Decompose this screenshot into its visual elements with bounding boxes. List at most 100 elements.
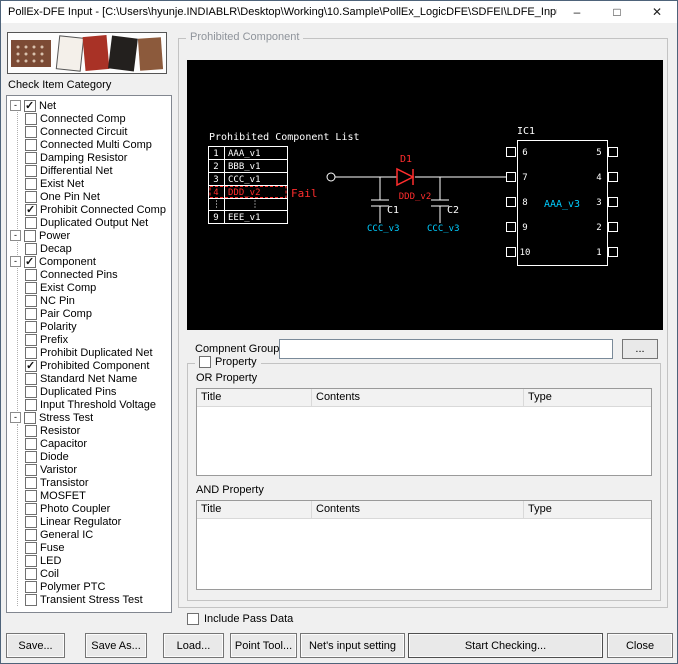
tree-item[interactable]: Connected Circuit <box>25 125 169 138</box>
checkbox[interactable] <box>25 138 37 151</box>
checkbox[interactable] <box>25 385 37 398</box>
column-header-type[interactable]: Type <box>524 389 651 406</box>
point-tool-button[interactable]: Point Tool... <box>230 633 297 658</box>
tree-item[interactable]: Pair Comp <box>25 307 169 320</box>
tree-item[interactable]: Standard Net Name <box>25 372 169 385</box>
checkbox[interactable] <box>25 567 37 580</box>
tree-item[interactable]: Linear Regulator <box>25 515 169 528</box>
check-item-tree[interactable]: -NetConnected CompConnected CircuitConne… <box>6 95 172 613</box>
tree-item[interactable]: Prohibit Duplicated Net <box>25 346 169 359</box>
column-header-title[interactable]: Title <box>197 501 312 518</box>
collapse-icon[interactable]: - <box>10 100 21 111</box>
tree-item[interactable]: Exist Net <box>25 177 169 190</box>
tree-item[interactable]: Transient Stress Test <box>25 593 169 606</box>
tree-item[interactable]: Damping Resistor <box>25 151 169 164</box>
tree-item[interactable]: Diode <box>25 450 169 463</box>
column-header-title[interactable]: Title <box>197 389 312 406</box>
collapse-icon[interactable]: - <box>10 230 21 241</box>
checkbox[interactable] <box>25 541 37 554</box>
tree-item[interactable]: - Stress Test <box>10 411 169 424</box>
tree-item[interactable]: LED <box>25 554 169 567</box>
tree-item[interactable]: Prohibited Component <box>25 359 169 372</box>
checkbox[interactable] <box>25 294 37 307</box>
tree-item[interactable]: Capacitor <box>25 437 169 450</box>
tree-item[interactable]: - Net <box>10 99 169 112</box>
maximize-button[interactable]: □ <box>597 1 637 23</box>
tree-item[interactable]: Duplicated Pins <box>25 385 169 398</box>
tree-item[interactable]: Differential Net <box>25 164 169 177</box>
checkbox[interactable] <box>25 450 37 463</box>
tree-item[interactable]: Polymer PTC <box>25 580 169 593</box>
tree-item[interactable]: Prefix <box>25 333 169 346</box>
checkbox[interactable] <box>24 255 36 268</box>
tree-item[interactable]: Exist Comp <box>25 281 169 294</box>
close-button[interactable]: Close <box>607 633 673 658</box>
tree-item[interactable]: Duplicated Output Net <box>25 216 169 229</box>
tree-item[interactable]: Resistor <box>25 424 169 437</box>
checkbox[interactable] <box>25 164 37 177</box>
checkbox[interactable] <box>25 515 37 528</box>
checkbox[interactable] <box>25 463 37 476</box>
checkbox[interactable] <box>25 359 37 372</box>
checkbox[interactable] <box>25 177 37 190</box>
tree-item[interactable]: Connected Multi Comp <box>25 138 169 151</box>
browse-button[interactable]: ... <box>622 339 658 359</box>
tree-item[interactable]: Prohibit Connected Comp <box>25 203 169 216</box>
nets-input-setting-button[interactable]: Net's input setting <box>300 633 405 658</box>
property-checkbox[interactable] <box>199 356 211 368</box>
checkbox[interactable] <box>25 476 37 489</box>
checkbox[interactable] <box>25 437 37 450</box>
checkbox[interactable] <box>25 268 37 281</box>
checkbox[interactable] <box>25 489 37 502</box>
or-property-table[interactable]: Title Contents Type <box>196 388 652 476</box>
checkbox[interactable] <box>25 398 37 411</box>
collapse-icon[interactable]: - <box>10 412 21 423</box>
checkbox[interactable] <box>24 229 36 242</box>
checkbox[interactable] <box>25 580 37 593</box>
checkbox[interactable] <box>25 528 37 541</box>
save-button[interactable]: Save... <box>6 633 65 658</box>
checkbox[interactable] <box>25 242 37 255</box>
tree-item[interactable]: Input Threshold Voltage <box>25 398 169 411</box>
column-header-contents[interactable]: Contents <box>312 389 524 406</box>
tree-item[interactable]: NC Pin <box>25 294 169 307</box>
checkbox[interactable] <box>25 554 37 567</box>
checkbox[interactable] <box>25 307 37 320</box>
and-property-table[interactable]: Title Contents Type <box>196 500 652 590</box>
checkbox[interactable] <box>25 125 37 138</box>
close-window-button[interactable]: ✕ <box>637 1 677 23</box>
tree-item[interactable]: Varistor <box>25 463 169 476</box>
checkbox[interactable] <box>24 411 36 424</box>
save-as-button[interactable]: Save As... <box>85 633 147 658</box>
tree-item[interactable]: - Power <box>10 229 169 242</box>
include-pass-data-checkbox[interactable] <box>187 613 199 625</box>
checkbox[interactable] <box>25 281 37 294</box>
tree-item[interactable]: Coil <box>25 567 169 580</box>
checkbox[interactable] <box>25 424 37 437</box>
tree-item[interactable]: Connected Comp <box>25 112 169 125</box>
checkbox[interactable] <box>25 112 37 125</box>
tree-item[interactable]: Transistor <box>25 476 169 489</box>
checkbox[interactable] <box>25 346 37 359</box>
checkbox[interactable] <box>25 593 37 606</box>
start-checking-button[interactable]: Start Checking... <box>408 633 603 658</box>
checkbox[interactable] <box>25 151 37 164</box>
tree-item[interactable]: Polarity <box>25 320 169 333</box>
tree-item[interactable]: One Pin Net <box>25 190 169 203</box>
column-header-contents[interactable]: Contents <box>312 501 524 518</box>
checkbox[interactable] <box>25 203 37 216</box>
collapse-icon[interactable]: - <box>10 256 21 267</box>
tree-item[interactable]: Connected Pins <box>25 268 169 281</box>
component-group-input[interactable] <box>279 339 613 359</box>
checkbox[interactable] <box>25 190 37 203</box>
column-header-type[interactable]: Type <box>524 501 651 518</box>
load-button[interactable]: Load... <box>163 633 224 658</box>
checkbox[interactable] <box>25 333 37 346</box>
minimize-button[interactable]: – <box>557 1 597 23</box>
checkbox[interactable] <box>25 216 37 229</box>
tree-item[interactable]: General IC <box>25 528 169 541</box>
tree-item[interactable]: Fuse <box>25 541 169 554</box>
checkbox[interactable] <box>24 99 36 112</box>
tree-item[interactable]: - Component <box>10 255 169 268</box>
or-property-list[interactable] <box>197 407 651 475</box>
